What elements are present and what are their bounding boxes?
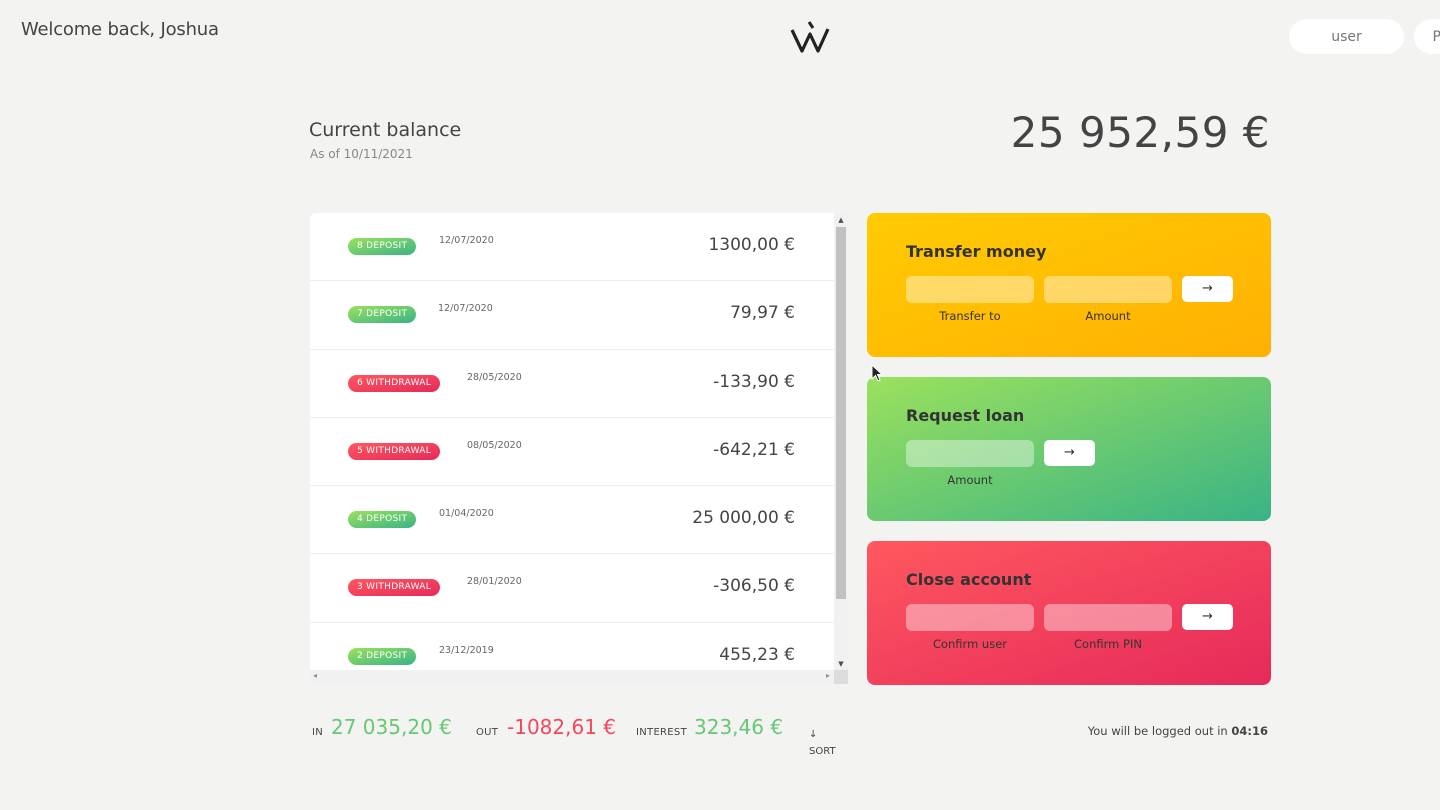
movement-value: 455,23 € <box>719 644 795 665</box>
summary-out-label: Out <box>476 727 499 738</box>
movement-row: 2 deposit 23/12/2019 455,23 € <box>310 623 834 670</box>
summary-interest-value: 323,46 € <box>694 715 784 739</box>
logout-message: You will be logged out in <box>1087 724 1228 738</box>
movement-row: 6 withdrawal 28/05/2020 -133,90 € <box>310 350 834 418</box>
login-user-input[interactable] <box>1289 19 1404 54</box>
scrollbar-thumb[interactable] <box>836 227 846 599</box>
movement-type-badge: 6 withdrawal <box>348 374 441 392</box>
sort-button[interactable]: ↓ SORT <box>809 726 849 760</box>
close-title: Close account <box>906 570 1032 589</box>
transfer-submit-button[interactable]: → <box>1182 276 1233 302</box>
sort-label: SORT <box>809 746 836 757</box>
movement-row: 7 deposit 12/07/2020 79,97 € <box>310 281 834 350</box>
welcome-message: Welcome back, Joshua <box>21 19 219 40</box>
loan-amount-input[interactable] <box>906 440 1034 467</box>
movement-value: 1300,00 € <box>708 235 795 255</box>
scrollbar-corner <box>834 670 848 684</box>
confirm-pin-label: Confirm PIN <box>1074 637 1142 651</box>
movement-date: 23/12/2019 <box>439 644 494 656</box>
movement-row: 4 deposit 01/04/2020 25 000,00 € <box>310 486 834 555</box>
close-account-card: Close account → Confirm user Confirm PIN <box>867 541 1271 685</box>
summary-in-label: In <box>312 727 324 738</box>
transfer-amount-input[interactable] <box>1044 276 1172 303</box>
movements-vertical-scrollbar[interactable]: ▲ ▼ <box>834 213 848 670</box>
movement-date: 01/04/2020 <box>439 508 494 520</box>
movement-type-badge: 8 deposit <box>348 238 417 255</box>
movement-date: 08/05/2020 <box>467 439 522 451</box>
logout-timer-text: You will be logged out in 04:16 <box>1088 724 1268 738</box>
movement-type-badge: 5 withdrawal <box>348 442 441 460</box>
scroll-down-icon[interactable]: ▼ <box>834 660 848 668</box>
confirm-user-label: Confirm user <box>932 637 1008 651</box>
summary-interest-label: Interest <box>636 727 687 738</box>
close-submit-button[interactable]: → <box>1182 604 1233 630</box>
transfer-title: Transfer money <box>906 242 1047 261</box>
transfer-to-input[interactable] <box>906 276 1034 303</box>
movements-list[interactable]: 8 deposit 12/07/2020 1300,00 € 7 deposit… <box>310 213 834 670</box>
movement-type-badge: 3 withdrawal <box>348 579 441 597</box>
login-pin-input[interactable] <box>1414 19 1440 54</box>
transfer-to-label: Transfer to <box>939 309 1001 323</box>
movement-value: -306,50 € <box>713 576 795 597</box>
balance-label: Current balance <box>309 119 462 141</box>
bankist-app: Welcome back, Joshua Current balance As … <box>0 0 1440 810</box>
loan-submit-button[interactable]: → <box>1044 440 1095 466</box>
loan-title: Request loan <box>906 406 1025 425</box>
movement-date: 12/07/2020 <box>438 303 493 315</box>
scroll-right-icon[interactable]: ▸ <box>826 671 830 680</box>
movement-date: 12/07/2020 <box>439 235 494 246</box>
logo-icon <box>790 21 830 53</box>
movement-date: 28/01/2020 <box>467 576 522 588</box>
scroll-left-icon[interactable]: ◂ <box>313 671 317 680</box>
movement-value: 79,97 € <box>730 303 795 324</box>
movement-row: 3 withdrawal 28/01/2020 -306,50 € <box>310 554 834 623</box>
scroll-up-icon[interactable]: ▲ <box>834 216 848 224</box>
balance-value: 25 952,59 € <box>1010 108 1270 157</box>
confirm-pin-input[interactable] <box>1044 604 1172 631</box>
confirm-user-input[interactable] <box>906 604 1034 631</box>
sort-arrow-icon: ↓ <box>809 729 818 740</box>
logout-timer: 04:16 <box>1231 724 1268 738</box>
movement-date: 28/05/2020 <box>467 371 522 383</box>
summary-out-value: -1082,61 € <box>507 715 617 739</box>
movement-row: 8 deposit 12/07/2020 1300,00 € <box>310 213 834 282</box>
movement-value: 25 000,00 € <box>692 508 795 529</box>
loan-amount-label: Amount <box>947 473 993 487</box>
summary-in-value: 27 035,20 € <box>331 715 452 739</box>
mouse-cursor-icon <box>871 364 883 382</box>
movement-type-badge: 2 deposit <box>348 647 417 665</box>
transfer-money-card: Transfer money → Transfer to Amount <box>867 213 1271 357</box>
movement-type-badge: 4 deposit <box>348 511 417 529</box>
movement-row: 5 withdrawal 08/05/2020 -642,21 € <box>310 418 834 487</box>
movements-horizontal-scrollbar[interactable]: ◂ ▸ <box>310 670 834 684</box>
balance-date: As of 10/11/2021 <box>310 147 413 161</box>
movement-value: -642,21 € <box>713 439 795 460</box>
request-loan-card: Request loan → Amount <box>867 377 1271 521</box>
movement-type-badge: 7 deposit <box>348 306 417 324</box>
transfer-amount-label: Amount <box>1085 309 1131 323</box>
movement-value: -133,90 € <box>713 371 795 392</box>
